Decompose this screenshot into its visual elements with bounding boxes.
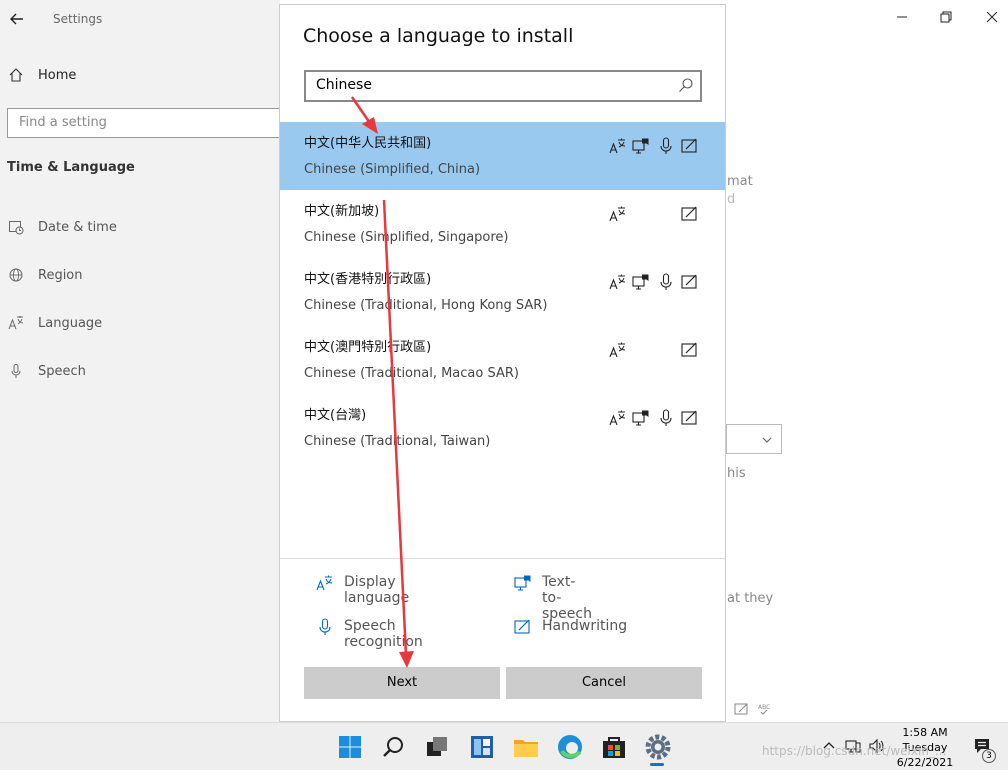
speech-recognition-icon <box>319 618 331 635</box>
language-item[interactable]: 中文(澳門特別行政區) Chinese (Traditional, Macao … <box>280 326 725 394</box>
language-native-name: 中文(台灣) <box>304 408 367 423</box>
handwriting-icon <box>681 410 697 425</box>
display-language-icon <box>609 138 626 154</box>
close-button[interactable] <box>982 10 1002 30</box>
chevron-down-icon <box>762 437 772 443</box>
app-title: Settings <box>53 12 103 26</box>
start-icon[interactable] <box>336 733 364 761</box>
restore-icon <box>940 11 952 23</box>
display-language-icon <box>316 575 333 591</box>
widgets-icon[interactable] <box>468 733 496 761</box>
window-controls <box>880 0 1008 40</box>
background-text: mat <box>727 174 753 189</box>
legend-label: Display language <box>344 574 410 606</box>
language-english-name: Chinese (Simplified, China) <box>304 162 481 177</box>
language-item[interactable]: 中文(中华人民共和国) Chinese (Simplified, China) <box>280 122 725 190</box>
sidebar: Settings Home Find a setting Time & Lang… <box>0 0 297 722</box>
globe-icon <box>9 268 23 282</box>
task-view-icon[interactable] <box>423 733 451 761</box>
back-arrow-icon <box>10 13 23 25</box>
language-native-name: 中文(澳門特別行政區) <box>304 340 432 355</box>
text-to-speech-icon <box>514 575 531 591</box>
sidebar-item-speech[interactable]: Speech <box>0 358 280 386</box>
sidebar-item-label: Date & time <box>38 220 117 235</box>
find-setting-placeholder: Find a setting <box>19 115 107 130</box>
handwriting-icon <box>681 138 697 153</box>
language-item[interactable]: 中文(香港特別行政區) Chinese (Traditional, Hong K… <box>280 258 725 326</box>
back-button[interactable] <box>6 8 28 30</box>
language-item[interactable]: 中文(台灣) Chinese (Traditional, Taiwan) <box>280 394 725 462</box>
display-language-icon <box>609 342 626 358</box>
notification-badge: 3 <box>982 749 996 763</box>
next-button[interactable]: Next <box>304 667 500 699</box>
sidebar-item-label: Home <box>38 68 77 83</box>
handwriting-icon <box>514 619 530 634</box>
legend-divider <box>280 558 725 559</box>
sidebar-item-region[interactable]: Region <box>0 262 280 290</box>
minimize-icon <box>897 16 907 18</box>
section-title: Time & Language <box>7 160 135 175</box>
choose-language-dialog: Choose a language to install Chinese 中文(… <box>279 4 726 722</box>
spellcheck-icon: ABC <box>758 704 770 715</box>
sidebar-item-label: Speech <box>38 364 86 379</box>
display-language-icon <box>609 410 626 426</box>
legend-label: Text-to-speech <box>542 574 592 622</box>
sidebar-item-label: Region <box>38 268 83 283</box>
handwriting-icon <box>681 206 697 221</box>
speech-recognition-icon <box>660 137 672 154</box>
watermark: https://blog.csdn.net/weixin_... <box>762 744 947 758</box>
language-native-name: 中文(新加坡) <box>304 204 380 219</box>
microphone-icon <box>11 364 21 378</box>
language-native-name: 中文(香港特別行政區) <box>304 272 432 287</box>
search-icon <box>679 78 693 92</box>
text-to-speech-icon <box>632 138 649 154</box>
active-app-indicator <box>650 763 664 766</box>
sidebar-item-language[interactable]: Language <box>0 310 280 338</box>
language-native-name: 中文(中华人民共和国) <box>304 136 432 151</box>
calendar-clock-icon <box>9 221 24 235</box>
speech-recognition-icon <box>660 273 672 290</box>
cancel-button[interactable]: Cancel <box>506 667 702 699</box>
legend-label: Handwriting <box>542 618 628 634</box>
find-setting-input[interactable]: Find a setting <box>7 108 297 138</box>
background-text: his <box>727 466 746 481</box>
language-search-input[interactable]: Chinese <box>304 70 702 102</box>
handwriting-icon <box>734 703 748 715</box>
display-language-icon <box>609 274 626 290</box>
handwriting-icon <box>681 342 697 357</box>
language-english-name: Chinese (Traditional, Hong Kong SAR) <box>304 298 548 313</box>
search-icon[interactable] <box>380 733 408 761</box>
dialog-title: Choose a language to install <box>303 25 574 47</box>
text-to-speech-icon <box>632 410 649 426</box>
sidebar-item-date-time[interactable]: Date & time <box>0 214 280 242</box>
language-search-value: Chinese <box>316 77 372 93</box>
speech-recognition-icon <box>660 409 672 426</box>
text-to-speech-icon <box>632 274 649 290</box>
sidebar-item-label: Language <box>38 316 103 331</box>
handwriting-icon <box>681 274 697 289</box>
clock-time: 1:58 AM <box>902 726 948 739</box>
store-icon[interactable] <box>600 733 628 761</box>
background-text: at they <box>727 591 774 606</box>
language-list: 中文(中华人民共和国) Chinese (Simplified, China) <box>280 122 725 462</box>
restore-button[interactable] <box>936 10 956 30</box>
svg-text:ABC: ABC <box>758 704 770 711</box>
language-item[interactable]: 中文(新加坡) Chinese (Simplified, Singapore) <box>280 190 725 258</box>
edge-icon[interactable] <box>556 733 584 761</box>
minimize-button[interactable] <box>892 10 912 30</box>
sidebar-item-home[interactable]: Home <box>0 64 280 88</box>
background-text: d <box>727 192 736 207</box>
close-icon <box>986 11 998 23</box>
legend-label: Speech recognition <box>344 618 423 650</box>
settings-icon[interactable] <box>644 733 672 761</box>
background-dropdown[interactable] <box>726 424 782 454</box>
language-icon <box>8 316 24 330</box>
file-explorer-icon[interactable] <box>512 733 540 761</box>
language-english-name: Chinese (Simplified, Singapore) <box>304 230 509 245</box>
display-language-icon <box>609 206 626 222</box>
language-english-name: Chinese (Traditional, Macao SAR) <box>304 366 519 381</box>
home-icon <box>9 68 23 82</box>
language-english-name: Chinese (Traditional, Taiwan) <box>304 434 491 449</box>
titlebar: Settings <box>0 0 280 40</box>
